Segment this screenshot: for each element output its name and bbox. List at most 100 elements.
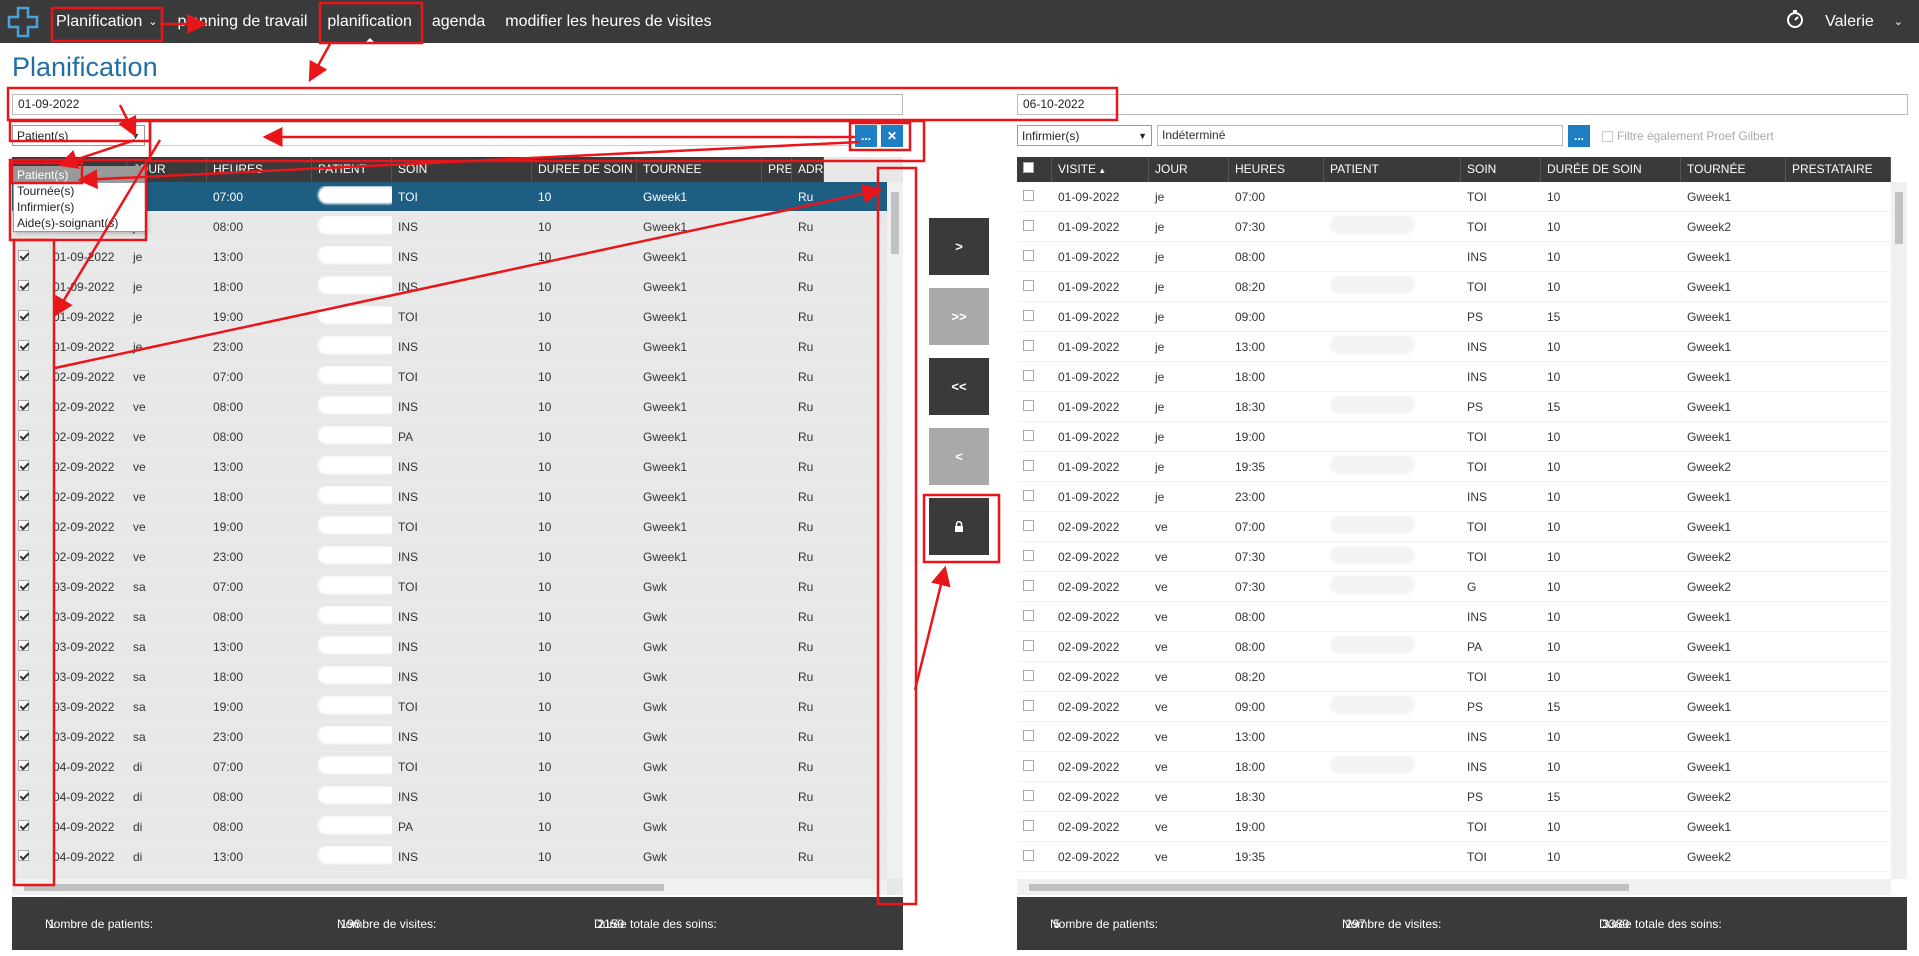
table-row[interactable]: 04-09-2022 di 08:00 INS 10 Gwk Ru: [12, 782, 887, 812]
row-checkbox[interactable]: [18, 519, 29, 531]
checkbox-cell[interactable]: [12, 369, 47, 384]
checkbox-cell[interactable]: [1017, 729, 1052, 744]
header-select-all[interactable]: [1017, 157, 1052, 182]
table-row[interactable]: 02-09-2022 ve 13:00 INS 10 Gweek1 Ru: [12, 452, 887, 482]
checkbox-cell[interactable]: [12, 819, 47, 834]
checkbox-cell[interactable]: [12, 339, 47, 354]
table-row[interactable]: 03-09-2022 sa 13:00 INS 10 Gwk Ru: [12, 632, 887, 662]
right-browse-button[interactable]: ...: [1568, 125, 1590, 147]
checkbox-cell[interactable]: [12, 579, 47, 594]
table-row[interactable]: 02-09-2022 ve 09:00 PS 15 Gweek1: [1017, 692, 1891, 722]
left-type-select[interactable]: Patient(s) ▼: [12, 125, 145, 146]
row-checkbox[interactable]: [18, 339, 29, 351]
row-checkbox[interactable]: [18, 549, 29, 561]
row-checkbox[interactable]: [18, 639, 29, 651]
left-horizontal-scrollbar[interactable]: [12, 879, 887, 895]
right-search-input[interactable]: Indéterminé: [1157, 125, 1563, 146]
stopwatch-icon[interactable]: [1785, 9, 1805, 34]
checkbox-cell[interactable]: [1017, 249, 1052, 264]
scroll-thumb[interactable]: [891, 192, 899, 254]
dropdown-option-aides[interactable]: Aide(s)-soignant(s): [14, 215, 145, 231]
table-row[interactable]: 01-09-2022 je 08:20 TOI 10 Gweek1: [1017, 272, 1891, 302]
table-row[interactable]: 01-09-2022 je 13:00 INS 10 Gweek1: [1017, 332, 1891, 362]
row-checkbox[interactable]: [18, 849, 29, 861]
checkbox-cell[interactable]: [1017, 759, 1052, 774]
nav-modifier-heures[interactable]: modifier les heures de visites: [495, 0, 721, 43]
filter-checkbox-box[interactable]: [1602, 130, 1613, 142]
table-row[interactable]: 03-09-2022 sa 08:00 INS 10 Gwk Ru: [12, 602, 887, 632]
checkbox-cell[interactable]: [12, 669, 47, 684]
scroll-thumb[interactable]: [1029, 884, 1629, 891]
checkbox-cell[interactable]: [1017, 639, 1052, 654]
table-row[interactable]: 02-09-2022 ve 07:30 G 10 Gweek2: [1017, 572, 1891, 602]
scroll-thumb[interactable]: [24, 884, 664, 891]
table-row[interactable]: 02-09-2022 ve 08:00 INS 10 Gweek1: [1017, 602, 1891, 632]
table-row[interactable]: 01-09-2022 je 13:00 INS 10 Gweek1 Ru: [12, 242, 887, 272]
right-type-select[interactable]: Infirmier(s) ▼: [1017, 125, 1152, 146]
column-header[interactable]: PATIENT: [312, 157, 392, 182]
table-row[interactable]: 01-09-2022 je 19:35 TOI 10 Gweek2: [1017, 452, 1891, 482]
checkbox-cell[interactable]: [12, 849, 47, 864]
row-checkbox[interactable]: [18, 669, 29, 681]
table-row[interactable]: 01-09-2022 je 18:30 PS 15 Gweek1: [1017, 392, 1891, 422]
table-row[interactable]: 01-09-2022 je 18:00 INS 10 Gweek1: [1017, 362, 1891, 392]
row-checkbox[interactable]: [18, 249, 29, 261]
column-header[interactable]: JOUR: [1149, 157, 1229, 182]
checkbox-cell[interactable]: [12, 309, 47, 324]
column-header[interactable]: DURÉE DE SOIN: [1541, 157, 1681, 182]
table-row[interactable]: 02-09-2022 ve 19:35 TOI 10 Gweek2: [1017, 842, 1891, 872]
checkbox-cell[interactable]: [12, 249, 47, 264]
row-checkbox[interactable]: [1023, 669, 1034, 681]
table-row[interactable]: 02-09-2022 ve 18:00 INS 10 Gweek1 Ru: [12, 482, 887, 512]
row-checkbox[interactable]: [1023, 639, 1034, 651]
checkbox-cell[interactable]: [12, 489, 47, 504]
checkbox-cell[interactable]: [12, 279, 47, 294]
row-checkbox[interactable]: [1023, 579, 1034, 591]
checkbox-cell[interactable]: [1017, 699, 1052, 714]
checkbox-cell[interactable]: [12, 519, 47, 534]
checkbox-cell[interactable]: [12, 789, 47, 804]
row-checkbox[interactable]: [1023, 279, 1034, 291]
row-checkbox[interactable]: [1023, 729, 1034, 741]
row-checkbox[interactable]: [18, 489, 29, 501]
move-all-left-button[interactable]: <<: [929, 358, 989, 415]
row-checkbox[interactable]: [1023, 849, 1034, 861]
dropdown-option-tournees[interactable]: Tournée(s): [14, 183, 145, 199]
checkbox-cell[interactable]: [1017, 369, 1052, 384]
checkbox-cell[interactable]: [12, 759, 47, 774]
checkbox-cell[interactable]: [1017, 549, 1052, 564]
table-row[interactable]: 01-09-2022 je 09:00 PS 15 Gweek1: [1017, 302, 1891, 332]
row-checkbox[interactable]: [18, 369, 29, 381]
column-header[interactable]: PATIENT: [1324, 157, 1461, 182]
checkbox-cell[interactable]: [1017, 489, 1052, 504]
left-clear-button[interactable]: ✕: [881, 125, 903, 147]
row-checkbox[interactable]: [1023, 399, 1034, 411]
nav-planification-menu[interactable]: Planification ⌄: [46, 0, 168, 43]
row-checkbox[interactable]: [18, 609, 29, 621]
checkbox-cell[interactable]: [1017, 219, 1052, 234]
user-name[interactable]: Valerie: [1825, 13, 1874, 31]
column-header[interactable]: TOURNÉE: [1681, 157, 1786, 182]
row-checkbox[interactable]: [18, 759, 29, 771]
row-checkbox[interactable]: [18, 729, 29, 741]
row-checkbox[interactable]: [1023, 549, 1034, 561]
column-header[interactable]: PRESTATAIRE: [762, 157, 792, 182]
filter-checkbox[interactable]: Filtre également Proef Gilbert: [1602, 129, 1774, 143]
column-header[interactable]: HEURES: [207, 157, 312, 182]
dropdown-option-patients[interactable]: Patient(s): [14, 167, 145, 183]
row-checkbox[interactable]: [1023, 489, 1034, 501]
table-row[interactable]: 02-09-2022 ve 08:00 INS 10 Gweek1 Ru: [12, 392, 887, 422]
row-checkbox[interactable]: [18, 819, 29, 831]
checkbox-cell[interactable]: [1017, 279, 1052, 294]
right-vertical-scrollbar[interactable]: [1891, 182, 1907, 879]
table-row[interactable]: 02-09-2022 ve 19:00 TOI 10 Gweek1: [1017, 812, 1891, 842]
table-row[interactable]: 04-09-2022 di 08:00 PA 10 Gwk Ru: [12, 812, 887, 842]
table-row[interactable]: 01-09-2022 je 19:00 TOI 10 Gweek1 Ru: [12, 302, 887, 332]
chevron-down-icon[interactable]: ⌄: [1894, 15, 1903, 28]
table-row[interactable]: 02-09-2022 ve 08:00 PA 10 Gweek1: [1017, 632, 1891, 662]
checkbox-cell[interactable]: [1017, 309, 1052, 324]
table-row[interactable]: 03-09-2022 sa 18:00 INS 10 Gwk Ru: [12, 662, 887, 692]
row-checkbox[interactable]: [18, 789, 29, 801]
row-checkbox[interactable]: [1023, 249, 1034, 261]
checkbox-cell[interactable]: [1017, 789, 1052, 804]
